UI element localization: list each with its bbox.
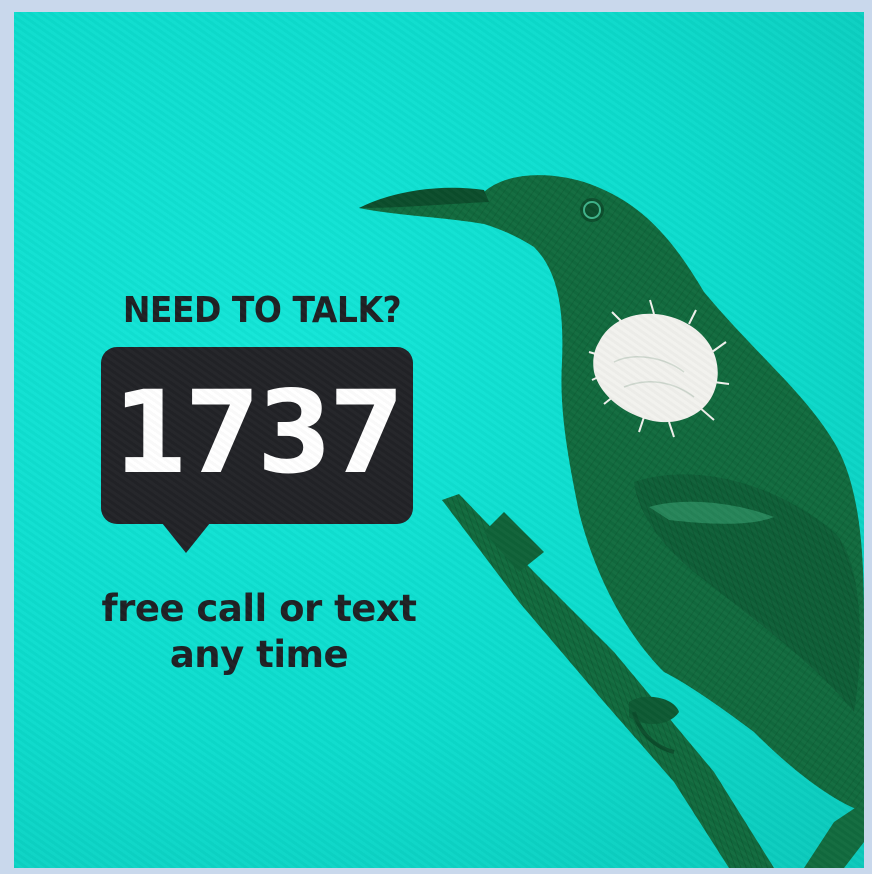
tagline-line-1: free call or text <box>101 587 417 630</box>
speech-bubble: 1737 <box>101 347 413 524</box>
speech-bubble-tail <box>162 523 210 553</box>
poster: NEED TO TALK? 1737 free call or text any… <box>14 12 864 868</box>
tagline-line-2: any time <box>169 633 349 676</box>
bird-body <box>359 175 864 813</box>
headline: NEED TO TALK? <box>122 288 402 331</box>
helpline-number[interactable]: 1737 <box>101 365 413 503</box>
tagline: free call or text any time <box>84 586 434 678</box>
